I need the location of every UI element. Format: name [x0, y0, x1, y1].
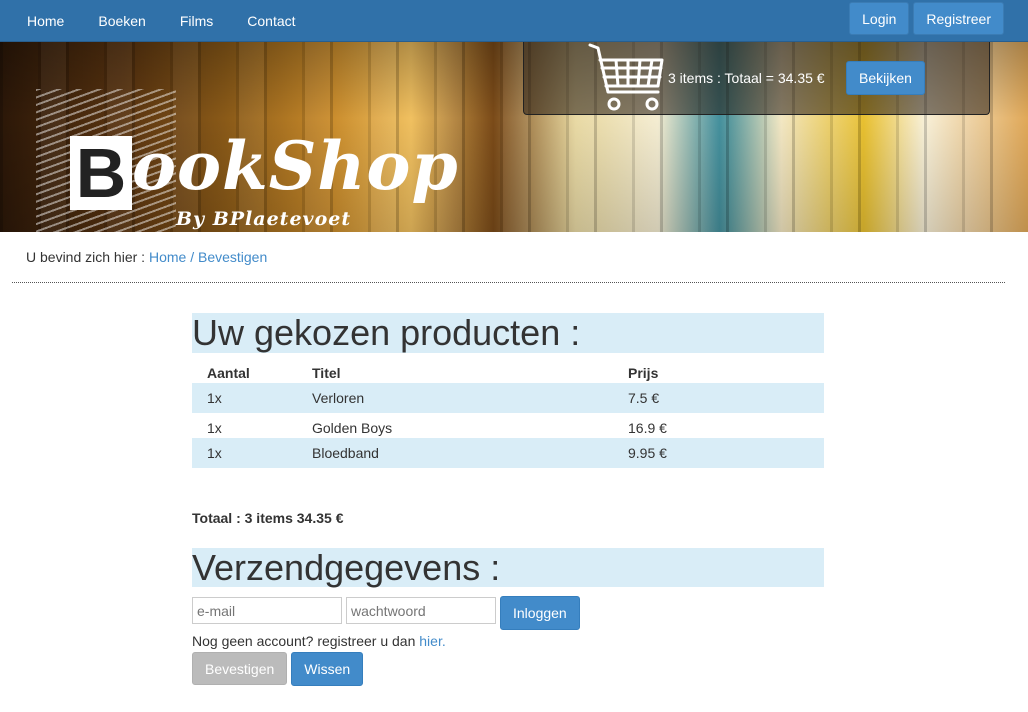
breadcrumb-separator: /: [186, 249, 198, 265]
breadcrumb-current-link[interactable]: Bevestigen: [198, 249, 267, 265]
cell-price: 16.9 €: [628, 420, 667, 436]
login-form: Inloggen: [192, 596, 580, 630]
logo-letter-b: B: [70, 136, 132, 210]
order-total: Totaal : 3 items 34.35 €: [192, 510, 344, 526]
cell-quantity: 1x: [192, 438, 297, 468]
header-banner: B ookShop By BPlaetevoet 3 items : Totaa…: [0, 42, 1028, 232]
register-button[interactable]: Registreer: [913, 2, 1004, 35]
table-row: 1x Bloedband 9.95 €: [192, 438, 824, 468]
register-prompt: Nog geen account? registreer u dan hier.: [192, 633, 446, 649]
header-prijs: Prijs: [628, 365, 659, 381]
nav-boeken-link[interactable]: Boeken: [81, 0, 162, 42]
cell-title: Bloedband: [297, 438, 613, 468]
header-titel: Titel: [312, 365, 341, 381]
clear-button[interactable]: Wissen: [291, 652, 364, 686]
view-cart-button[interactable]: Bekijken: [846, 61, 925, 95]
order-actions: Bevestigen Wissen: [192, 652, 364, 686]
breadcrumb: U bevind zich hier : Home / Bevestigen: [26, 249, 267, 265]
products-title: Uw gekozen producten :: [192, 313, 824, 353]
breadcrumb-home-link[interactable]: Home: [149, 249, 186, 265]
login-button[interactable]: Login: [849, 2, 910, 35]
nav-contact-link[interactable]: Contact: [230, 0, 312, 42]
cell-price: 9.95 €: [613, 438, 824, 468]
logo-subtitle: By BPlaetevoet: [176, 208, 352, 230]
dotted-divider: [12, 282, 1005, 283]
table-row: 1x Verloren 7.5 €: [192, 383, 824, 413]
register-here-link[interactable]: hier.: [419, 633, 445, 649]
register-prompt-text: Nog geen account? registreer u dan: [192, 633, 420, 649]
cart-summary-box: 3 items : Totaal = 34.35 € Bekijken: [523, 42, 990, 115]
inloggen-button[interactable]: Inloggen: [500, 596, 580, 630]
cell-title: Golden Boys: [312, 420, 393, 436]
cell-title: Verloren: [297, 383, 613, 413]
products-table: Aantal Titel Prijs 1x Verloren 7.5 € 1x …: [192, 363, 824, 468]
breadcrumb-prefix: U bevind zich hier :: [26, 249, 149, 265]
email-field[interactable]: [192, 597, 342, 624]
confirm-button[interactable]: Bevestigen: [192, 652, 288, 685]
top-navbar: Home Boeken Films Contact Login Registre…: [0, 0, 1028, 42]
shipping-title: Verzendgegevens :: [192, 548, 824, 587]
nav-home-link[interactable]: Home: [10, 0, 81, 42]
table-header-row: Aantal Titel Prijs: [192, 363, 824, 383]
nav-links: Home Boeken Films Contact: [10, 0, 313, 42]
cart-summary-text: 3 items : Totaal = 34.35 €: [668, 70, 825, 86]
cell-quantity: 1x: [192, 383, 297, 413]
main-content: Uw gekozen producten : Aantal Titel Prij…: [192, 313, 824, 686]
nav-auth-buttons: Login Registreer: [849, 2, 1004, 35]
table-row: 1x Golden Boys 16.9 €: [192, 413, 824, 438]
nav-films-link[interactable]: Films: [163, 0, 230, 42]
bookshop-logo[interactable]: B ookShop By BPlaetevoet: [36, 84, 458, 232]
header-aantal: Aantal: [207, 365, 250, 381]
cell-quantity: 1x: [207, 420, 222, 436]
logo-wordmark: ookShop: [132, 127, 459, 205]
password-field[interactable]: [346, 597, 496, 624]
shopping-cart-icon: [588, 43, 664, 111]
cell-price: 7.5 €: [613, 383, 824, 413]
